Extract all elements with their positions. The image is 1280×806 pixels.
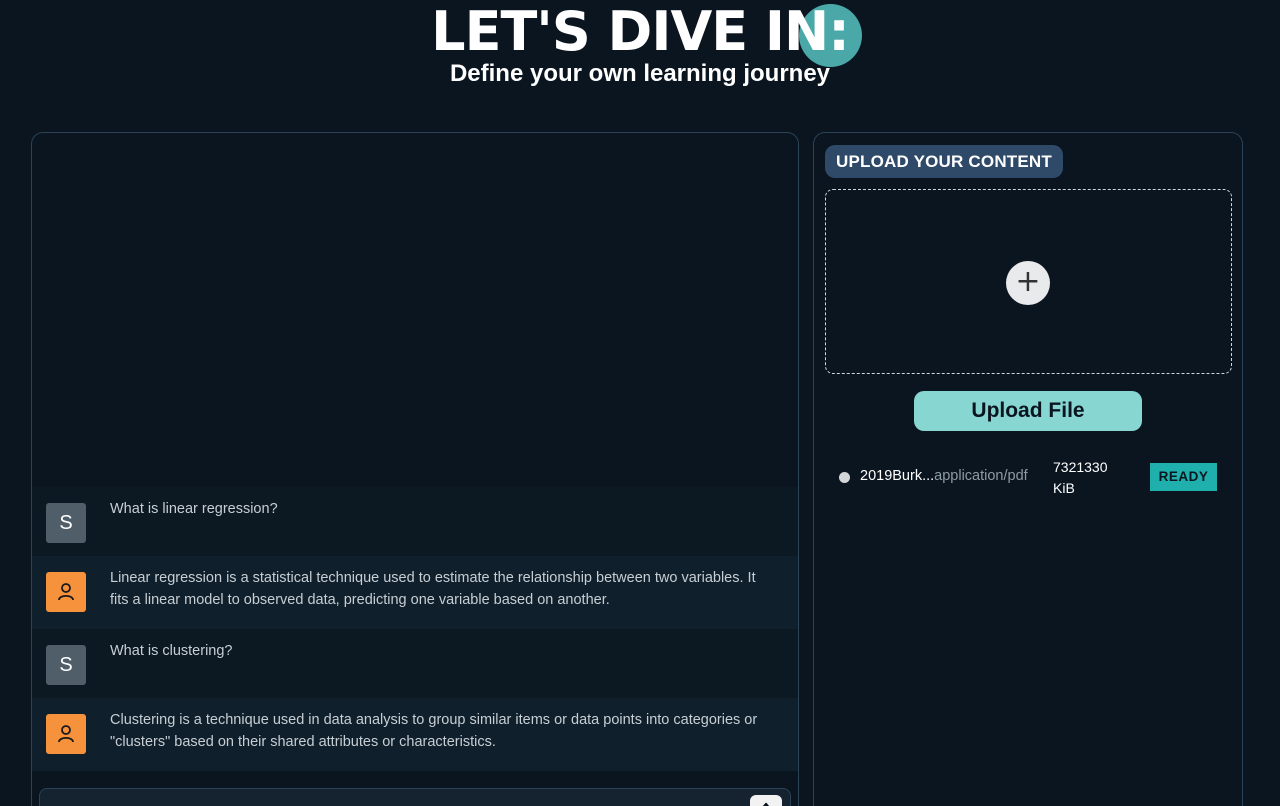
message-text: Linear regression is a statistical techn…: [110, 570, 756, 608]
file-size: 7321330 KiB: [1053, 457, 1123, 499]
user-avatar: S: [46, 503, 86, 543]
chat-message-user: S What is clustering?: [32, 629, 798, 698]
chat-panel: S What is linear regression? Linear regr…: [31, 132, 799, 806]
file-size-value: 7321330: [1053, 459, 1108, 475]
file-name-text: 2019Burk...: [860, 468, 935, 484]
bot-avatar: [46, 714, 86, 754]
upload-section-title: UPLOAD YOUR CONTENT: [825, 145, 1063, 178]
title-wrap: LET'S DIVE IN:: [0, 0, 1280, 67]
send-button[interactable]: [750, 795, 782, 806]
plus-icon[interactable]: +: [1006, 261, 1050, 305]
message-text: What is linear regression?: [110, 501, 278, 517]
chat-message-bot: Clustering is a technique used in data a…: [32, 698, 798, 771]
person-icon: [58, 583, 74, 601]
app-page: LET'S DIVE IN: Define your own learning …: [0, 0, 1280, 806]
bot-avatar: [46, 572, 86, 612]
person-icon: [58, 725, 74, 743]
page-header: LET'S DIVE IN: Define your own learning …: [0, 0, 1280, 100]
message-text: Clustering is a technique used in data a…: [110, 712, 758, 750]
file-dropzone[interactable]: +: [825, 189, 1232, 374]
upload-panel: UPLOAD YOUR CONTENT + Upload File 2019Bu…: [813, 132, 1243, 806]
file-name: 2019Burk...application/pdf: [860, 468, 1028, 484]
file-list-item: 2019Burk...application/pdf 7321330 KiB R…: [839, 457, 1229, 497]
chat-message-bot: Linear regression is a statistical techn…: [32, 556, 798, 629]
file-size-unit: KiB: [1053, 480, 1075, 496]
message-list: S What is linear regression? Linear regr…: [32, 487, 798, 771]
chat-message-user: S What is linear regression?: [32, 487, 798, 556]
chat-composer: [39, 788, 791, 806]
upload-file-button[interactable]: Upload File: [914, 391, 1142, 431]
page-title: LET'S DIVE IN:: [431, 0, 850, 63]
user-avatar: S: [46, 645, 86, 685]
file-type: application/pdf: [934, 468, 1028, 484]
chat-input[interactable]: [50, 795, 734, 806]
file-status-dot: [839, 472, 850, 483]
status-badge: READY: [1150, 463, 1217, 491]
message-text: What is clustering?: [110, 643, 233, 659]
arrow-up-icon: [762, 802, 770, 806]
page-subtitle: Define your own learning journey: [449, 60, 831, 87]
